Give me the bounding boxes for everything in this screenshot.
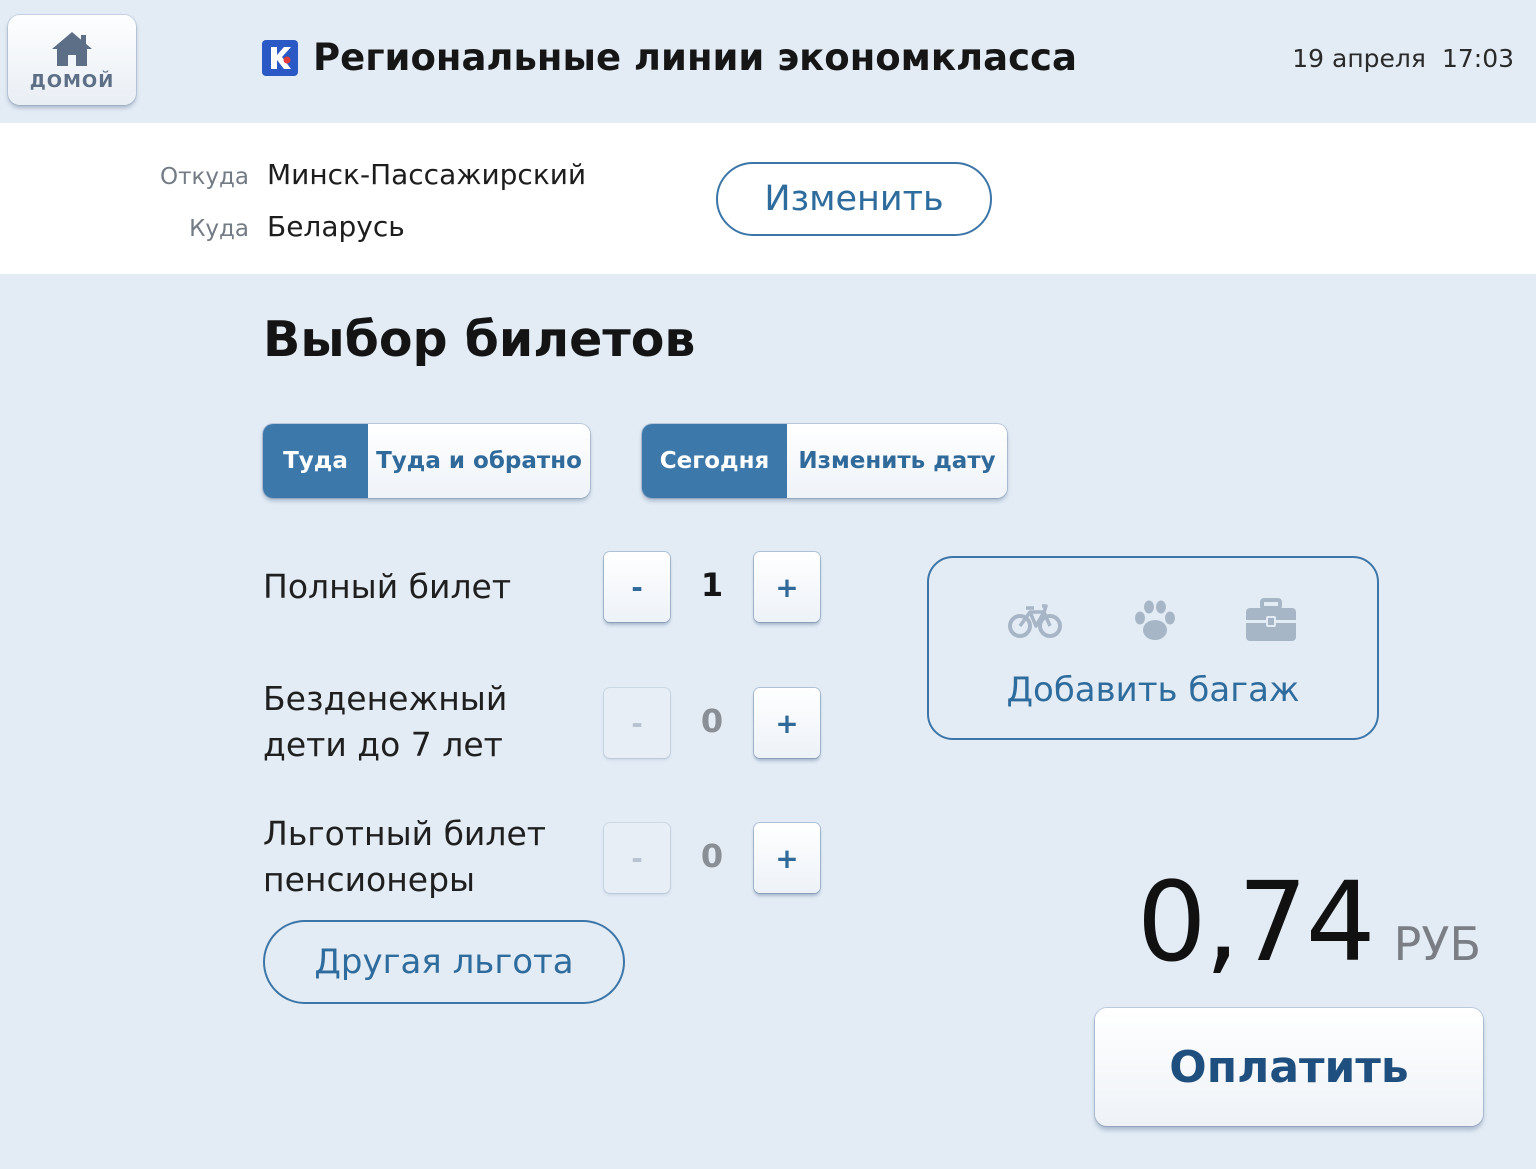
total-price: 0,74 РУБ <box>1137 858 1481 986</box>
date-time: 19 апреля 17:03 <box>1292 44 1514 73</box>
paw-icon <box>1135 600 1175 640</box>
price-currency: РУБ <box>1393 917 1481 971</box>
route-from-row: Откуда Минск-Пассажирский <box>0 158 586 191</box>
change-route-button[interactable]: Изменить <box>716 162 992 236</box>
to-value: Беларусь <box>267 210 405 243</box>
from-value: Минск-Пассажирский <box>267 158 587 191</box>
suitcase-icon <box>1246 598 1296 641</box>
ticket-child-plus-button[interactable]: + <box>754 688 820 758</box>
add-luggage-button[interactable]: Добавить багаж <box>927 556 1379 740</box>
ticket-child-count: 0 <box>700 702 724 740</box>
home-icon <box>52 31 92 66</box>
ticket-child-label: Безденежный дети до 7 лет <box>263 676 507 768</box>
railway-logo-icon <box>262 40 298 76</box>
ticket-pensioner-plus-button[interactable]: + <box>754 823 820 893</box>
ticket-full-plus-button[interactable]: + <box>754 552 820 622</box>
date-change-option[interactable]: Изменить дату <box>787 424 1007 498</box>
direction-one-way-option[interactable]: Туда <box>263 424 368 498</box>
header-bar: ДОМОЙ Региональные линии экономкласса 19… <box>0 0 1536 123</box>
price-amount: 0,74 <box>1136 858 1376 986</box>
other-benefit-button[interactable]: Другая льгота <box>263 920 625 1004</box>
date-toggle: Сегодня Изменить дату <box>642 424 1007 498</box>
ticket-pensioner-minus-button[interactable]: - <box>604 823 670 893</box>
direction-round-trip-option[interactable]: Туда и обратно <box>368 424 590 498</box>
ticket-full-count: 1 <box>700 566 724 604</box>
to-label: Куда <box>189 216 249 242</box>
ticket-pensioner-desc: пенсионеры <box>263 860 476 899</box>
direction-toggle: Туда Туда и обратно <box>263 424 590 498</box>
ticket-full-label: Полный билет <box>263 564 511 610</box>
bicycle-icon <box>1008 604 1062 638</box>
ticket-child-name: Безденежный <box>263 679 508 718</box>
route-panel: Откуда Минск-Пассажирский Куда Беларусь Из… <box>0 123 1536 274</box>
pay-button[interactable]: Оплатить <box>1095 1008 1483 1126</box>
ticket-pensioner-name: Льготный билет <box>263 814 546 853</box>
app-title: Региональные линии экономкласса <box>313 36 1077 79</box>
ticket-pensioner-count: 0 <box>700 837 724 875</box>
from-label: Откуда <box>159 164 249 190</box>
page-title: Выбор билетов <box>263 311 696 368</box>
home-button-label: ДОМОЙ <box>29 70 115 92</box>
home-button[interactable]: ДОМОЙ <box>8 15 136 105</box>
ticket-child-minus-button[interactable]: - <box>604 688 670 758</box>
current-time: 17:03 <box>1441 44 1514 73</box>
route-to-row: Куда Беларусь <box>0 210 405 243</box>
ticket-full-minus-button[interactable]: - <box>604 552 670 622</box>
ticket-pensioner-label: Льготный билет пенсионеры <box>263 811 546 903</box>
current-date: 19 апреля <box>1292 44 1426 73</box>
ticket-full-name: Полный билет <box>263 567 512 606</box>
add-luggage-label: Добавить багаж <box>1006 670 1300 710</box>
ticket-child-desc: дети до 7 лет <box>263 725 503 764</box>
date-today-option[interactable]: Сегодня <box>642 424 787 498</box>
